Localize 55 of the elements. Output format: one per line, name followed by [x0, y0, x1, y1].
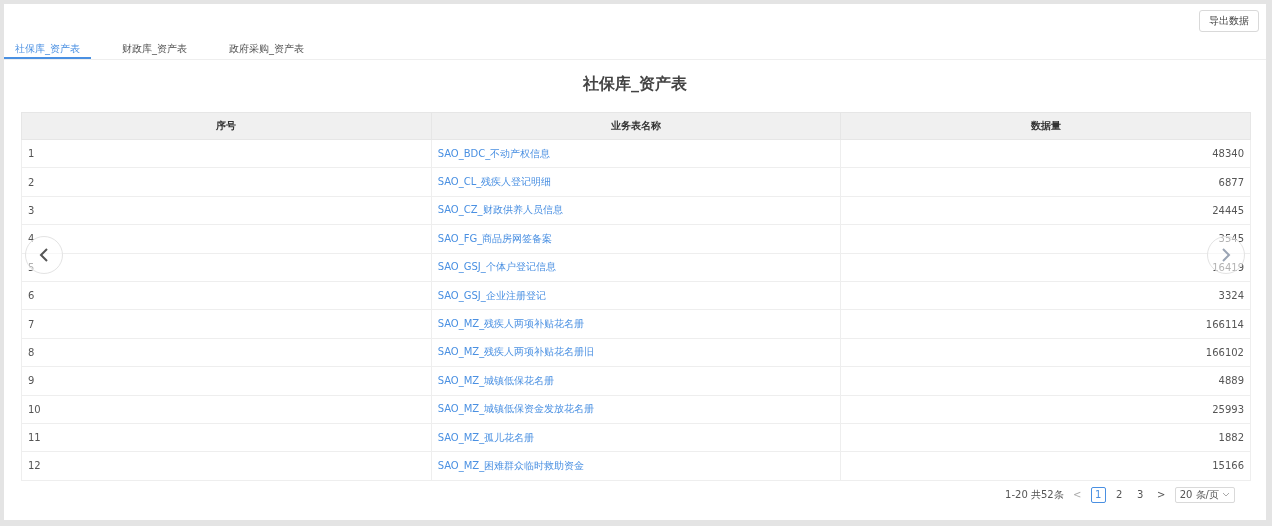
- table-link[interactable]: SAO_CL_残疾人登记明细: [437, 176, 552, 188]
- table-link[interactable]: SAO_GSJ_个体户登记信息: [437, 261, 556, 273]
- page-button[interactable]: 2: [1111, 486, 1127, 503]
- table-link[interactable]: SAO_MZ_城镇低保资金发放花名册: [437, 403, 595, 415]
- column-header: 序号: [21, 112, 432, 140]
- table-cell: 166114: [840, 309, 1251, 339]
- chevron-left-icon: [37, 247, 51, 263]
- table-cell: 25993: [840, 395, 1251, 424]
- tab[interactable]: 政府采购_资产表: [218, 40, 315, 59]
- table-cell: 4: [21, 224, 432, 254]
- table-cell: 8: [21, 338, 432, 367]
- column-header: 数据量: [840, 112, 1251, 140]
- table-link[interactable]: SAO_BDC_不动产权信息: [437, 147, 551, 159]
- table-cell: 3545: [840, 224, 1251, 254]
- table-cell: 2: [21, 167, 432, 197]
- table-cell: 15166: [840, 451, 1251, 481]
- export-button[interactable]: 导出数据: [1199, 10, 1259, 32]
- table-cell: 4889: [840, 366, 1251, 395]
- table-cell: 6: [21, 281, 432, 310]
- table-cell: 3324: [840, 281, 1251, 310]
- table-link[interactable]: SAO_MZ_残疾人两项补贴花名册旧: [437, 346, 595, 358]
- table-cell: 6877: [840, 167, 1251, 197]
- table-cell: 11: [21, 423, 432, 452]
- table-cell: 1882: [840, 423, 1251, 452]
- table-cell: 10: [21, 395, 432, 424]
- table-link[interactable]: SAO_FG_商品房网签备案: [437, 232, 553, 244]
- table-link[interactable]: SAO_MZ_残疾人两项补贴花名册: [437, 318, 585, 330]
- page-button[interactable]: 3: [1132, 486, 1148, 503]
- total-count: 1-20 共52条: [1005, 487, 1064, 502]
- previous-page-button[interactable]: <: [1069, 486, 1085, 503]
- table-cell: 12: [21, 451, 432, 481]
- table-cell: 7: [21, 309, 432, 339]
- table-link[interactable]: SAO_MZ_困难群众临时救助资金: [437, 460, 585, 471]
- table-title: 社保库_资产表: [583, 74, 687, 93]
- page-size-select[interactable]: 20 条/页: [1174, 486, 1235, 503]
- table-cell: 9: [21, 366, 432, 395]
- page-button[interactable]: 1: [1090, 486, 1106, 503]
- next-page-button[interactable]: >: [1153, 486, 1169, 503]
- table-cell: 1: [21, 139, 432, 168]
- table-link[interactable]: SAO_MZ_城镇低保花名册: [437, 374, 555, 386]
- table-link[interactable]: SAO_CZ_财政供养人员信息: [437, 204, 563, 216]
- column-header: 业务表名称: [431, 112, 841, 140]
- tab[interactable]: 财政库_资产表: [111, 40, 198, 59]
- chevron-down-icon: [1222, 492, 1230, 498]
- table-cell: 5: [21, 253, 432, 282]
- chevron-right-icon: [1219, 247, 1233, 263]
- table-cell: 24445: [840, 196, 1251, 225]
- table-cell: 48340: [840, 139, 1251, 168]
- previous-button[interactable]: [25, 236, 63, 274]
- table-cell: 3: [21, 196, 432, 225]
- tab[interactable]: 社保库_资产表: [4, 40, 91, 59]
- table-link[interactable]: SAO_GSJ_企业注册登记: [437, 289, 546, 301]
- table-link[interactable]: SAO_MZ_孤儿花名册: [437, 431, 535, 443]
- table-cell: 166102: [840, 338, 1251, 367]
- table-cell: 16419: [840, 253, 1251, 282]
